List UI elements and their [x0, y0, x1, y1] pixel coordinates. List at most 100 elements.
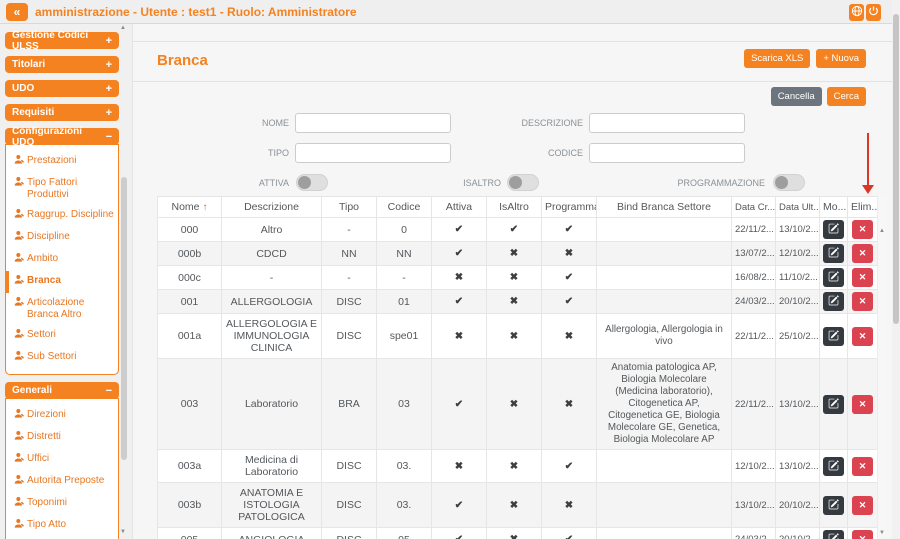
- search-button[interactable]: Cerca: [827, 87, 866, 106]
- table-row: 000c---✖✖✔16/08/2...11/10/2...✕: [158, 266, 878, 290]
- sidebar-item-articolazione-branca-altro[interactable]: Articolazione Branca Altro: [6, 293, 118, 325]
- sidebar-item-direzioni[interactable]: Direzioni: [6, 405, 118, 427]
- sidebar-section-requisiti[interactable]: Requisiti+: [5, 104, 119, 121]
- language-globe-button[interactable]: [849, 4, 864, 21]
- column-header-elim[interactable]: Elim...: [848, 197, 878, 218]
- sidebar-item-ambito[interactable]: Ambito: [6, 249, 118, 271]
- sidebar-section-generali[interactable]: Generali−: [5, 382, 119, 399]
- scroll-up-icon[interactable]: ▲: [879, 228, 885, 234]
- descrizione-input[interactable]: [589, 113, 745, 133]
- delete-cell: ✕: [848, 290, 878, 314]
- sidebar-item-prestazioni[interactable]: Prestazioni: [6, 151, 118, 173]
- scroll-down-icon[interactable]: ▼: [120, 529, 126, 535]
- column-header-isaltro[interactable]: IsAltro: [487, 197, 542, 218]
- sidebar-section-gestione-codici-ulss[interactable]: Gestione Codici ULSS+: [5, 32, 119, 49]
- column-header-programma[interactable]: Programma...: [542, 197, 597, 218]
- delete-row-button[interactable]: ✕: [852, 244, 873, 263]
- expand-icon: +: [106, 35, 112, 47]
- edit-icon: [828, 246, 839, 261]
- sidebar-item-settori[interactable]: Settori: [6, 325, 118, 347]
- cell-nome: 000: [158, 218, 222, 242]
- scroll-up-icon[interactable]: ▲: [120, 25, 126, 31]
- sidebar-item-autorita-preposte[interactable]: Autorita Preposte: [6, 471, 118, 493]
- edit-icon: [828, 222, 839, 237]
- programmazione-label: PROGRAMMAZIONE: [633, 173, 765, 193]
- sidebar-scrollbar-thumb[interactable]: [121, 177, 127, 460]
- column-header-tipo[interactable]: Tipo: [322, 197, 377, 218]
- column-header-nome[interactable]: Nome↑: [158, 197, 222, 218]
- sidebar-section-configurazioni-udo[interactable]: Configurazioni UDO−: [5, 128, 119, 145]
- edit-icon: [828, 532, 839, 539]
- sidebar-item-branca[interactable]: Branca: [6, 271, 118, 293]
- isaltro-flag: ✖: [487, 450, 542, 483]
- nome-input[interactable]: [295, 113, 451, 133]
- delete-row-button[interactable]: ✕: [852, 327, 873, 346]
- attiva-label: ATTIVA: [193, 173, 289, 193]
- delete-row-button[interactable]: ✕: [852, 457, 873, 476]
- sidebar-item-uffici[interactable]: Uffici: [6, 449, 118, 471]
- column-header-codice[interactable]: Codice: [377, 197, 432, 218]
- edit-row-button[interactable]: [823, 395, 844, 414]
- cell-nome: 003a: [158, 450, 222, 483]
- delete-row-button[interactable]: ✕: [852, 268, 873, 287]
- delete-row-button[interactable]: ✕: [852, 220, 873, 239]
- sidebar-section-label: Generali: [12, 385, 52, 396]
- sidebar-item-discipline[interactable]: Discipline: [6, 227, 118, 249]
- sidebar-item-tipo-fattori-produttivi[interactable]: Tipo Fattori Produttivi: [6, 173, 118, 205]
- delete-row-button[interactable]: ✕: [852, 530, 873, 539]
- sidebar-item-tipo-atto[interactable]: Tipo Atto: [6, 515, 118, 537]
- cell-nome: 001: [158, 290, 222, 314]
- edit-row-button[interactable]: [823, 220, 844, 239]
- sidebar-collapse-button[interactable]: «: [6, 3, 28, 21]
- attiva-toggle[interactable]: [296, 174, 328, 191]
- logout-power-button[interactable]: [866, 4, 881, 21]
- cell-bind: [597, 218, 732, 242]
- sidebar-item-toponimi[interactable]: Toponimi: [6, 493, 118, 515]
- tipo-input[interactable]: [295, 143, 451, 163]
- isaltro-label: ISALTRO: [393, 173, 501, 193]
- column-header-mo[interactable]: Mo...: [820, 197, 848, 218]
- edit-row-button[interactable]: [823, 327, 844, 346]
- scroll-down-icon[interactable]: ▼: [879, 530, 885, 536]
- cell-codice: 01: [377, 290, 432, 314]
- column-header-label: Tipo: [339, 201, 359, 213]
- cell-nome: 003: [158, 359, 222, 450]
- column-header-data-ult[interactable]: Data Ult...: [776, 197, 820, 218]
- cell-tipo: BRA: [322, 359, 377, 450]
- sidebar-item-label: Branca: [27, 275, 61, 287]
- edit-row-button[interactable]: [823, 530, 844, 539]
- isaltro-flag: ✖: [487, 242, 542, 266]
- page-scrollbar[interactable]: [892, 0, 900, 539]
- sidebar-item-raggrup-discipline[interactable]: Raggrup. Discipline: [6, 205, 118, 227]
- sidebar-section-udo[interactable]: UDO+: [5, 80, 119, 97]
- sidebar-section-titolari[interactable]: Titolari+: [5, 56, 119, 73]
- delete-row-button[interactable]: ✕: [852, 292, 873, 311]
- edit-row-button[interactable]: [823, 292, 844, 311]
- cell-data_cr: 22/11/2...: [732, 314, 776, 359]
- new-record-button[interactable]: + Nuova: [816, 49, 866, 68]
- isaltro-toggle[interactable]: [507, 174, 539, 191]
- edit-row-button[interactable]: [823, 457, 844, 476]
- edit-row-button[interactable]: [823, 496, 844, 515]
- column-header-attiva[interactable]: Attiva: [432, 197, 487, 218]
- edit-row-button[interactable]: [823, 244, 844, 263]
- column-header-descrizione[interactable]: Descrizione: [222, 197, 322, 218]
- table-scrollbar[interactable]: ▲ ▼: [877, 196, 886, 539]
- programmazione-toggle[interactable]: [773, 174, 805, 191]
- sidebar-item-distretti[interactable]: Distretti: [6, 427, 118, 449]
- edit-row-button[interactable]: [823, 268, 844, 287]
- sidebar-item-sub-settori[interactable]: Sub Settori: [6, 347, 118, 369]
- column-header-bind-branca-settore[interactable]: Bind Branca Settore: [597, 197, 732, 218]
- codice-input[interactable]: [589, 143, 745, 163]
- column-header-data-cr[interactable]: Data Cr...: [732, 197, 776, 218]
- download-xls-button[interactable]: Scarica XLS: [744, 49, 810, 68]
- clear-filters-button[interactable]: Cancella: [771, 87, 822, 106]
- page-scrollbar-thumb[interactable]: [893, 14, 899, 324]
- toggle-knob: [298, 176, 311, 189]
- cell-codice: spe01: [377, 314, 432, 359]
- cell-codice: -: [377, 266, 432, 290]
- sidebar-item-label: Tipo Atto: [27, 519, 66, 531]
- delete-row-button[interactable]: ✕: [852, 395, 873, 414]
- sidebar-scrollbar[interactable]: ▲ ▼: [120, 24, 128, 539]
- delete-row-button[interactable]: ✕: [852, 496, 873, 515]
